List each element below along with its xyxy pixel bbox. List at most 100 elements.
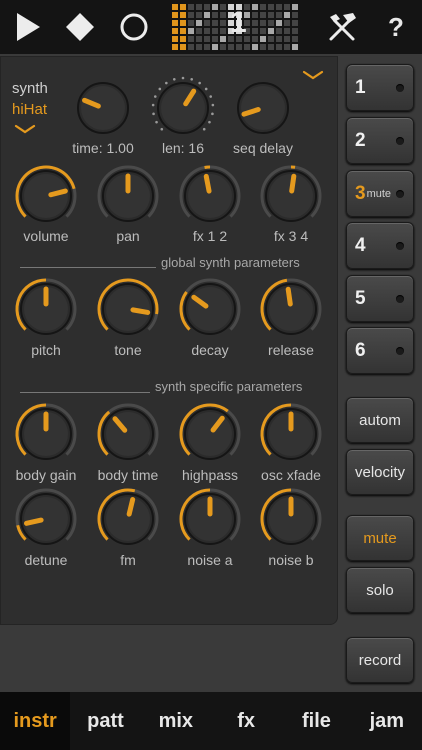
- track-button-5[interactable]: 5: [346, 275, 414, 322]
- play-icon[interactable]: [8, 8, 48, 46]
- track-led-icon: [396, 241, 404, 250]
- knob[interactable]: [14, 277, 78, 341]
- tab-instr[interactable]: instr: [0, 692, 71, 750]
- knob-label: body time: [97, 467, 159, 483]
- pattern-grid-cell: [252, 4, 258, 10]
- pattern-grid-cell: [180, 20, 186, 26]
- knob[interactable]: [178, 164, 242, 228]
- track-button-4[interactable]: 4: [346, 222, 414, 269]
- velocity-button[interactable]: velocity: [346, 449, 414, 495]
- knob-label: noise b: [268, 552, 314, 568]
- pattern-grid-cell: [212, 36, 218, 42]
- pattern-grid-cell: [260, 28, 266, 34]
- pattern-grid-cell: [212, 28, 218, 34]
- pattern-grid-cell: [196, 20, 202, 26]
- pattern-grid-cell: [196, 36, 202, 42]
- pattern-grid-cell: [260, 4, 266, 10]
- pattern-grid-cell: [220, 12, 226, 18]
- knob[interactable]: [96, 164, 160, 228]
- knob-label: fm: [120, 552, 136, 568]
- pattern-grid-cell: [172, 20, 178, 26]
- tools-icon[interactable]: [322, 8, 362, 46]
- track-button-3[interactable]: 3 mute: [346, 170, 414, 217]
- knob[interactable]: [178, 277, 242, 341]
- pattern-grid-cell: [276, 44, 282, 50]
- knob[interactable]: [259, 277, 323, 341]
- knob-label: fx 3 4: [273, 228, 309, 244]
- knob[interactable]: [259, 402, 323, 466]
- knob[interactable]: [71, 76, 135, 140]
- pattern-grid-cell: [260, 20, 266, 26]
- pattern-grid-cell: [292, 44, 298, 50]
- knob[interactable]: [96, 277, 160, 341]
- pattern-grid-cell: [188, 20, 194, 26]
- pattern-grid-cell: [284, 28, 290, 34]
- knob[interactable]: [259, 487, 323, 551]
- track-button-6[interactable]: 6: [346, 327, 414, 374]
- pattern-grid-cell: [252, 12, 258, 18]
- knob-label: detune: [24, 552, 68, 568]
- pattern-grid-cell: [252, 28, 258, 34]
- autom-button[interactable]: autom: [346, 397, 414, 443]
- pattern-grid-cell: [284, 4, 290, 10]
- pattern-grid-cell: [220, 44, 226, 50]
- pattern-grid-cell: [276, 20, 282, 26]
- knob[interactable]: [14, 164, 78, 228]
- pattern-grid-cell: [204, 28, 210, 34]
- section-title-specific: synth specific parameters: [155, 379, 303, 394]
- record-circle-icon[interactable]: [114, 8, 154, 46]
- pattern-grid-cell: [228, 44, 234, 50]
- pattern-grid-cell: [252, 44, 258, 50]
- solo-button[interactable]: solo: [346, 567, 414, 613]
- track-led-icon: [396, 83, 404, 92]
- tab-fx[interactable]: fx: [211, 692, 281, 750]
- tab-mix[interactable]: mix: [141, 692, 211, 750]
- tab-patt[interactable]: patt: [70, 692, 140, 750]
- pattern-grid-cell: [292, 20, 298, 26]
- expand-chevron-icon[interactable]: [302, 70, 324, 80]
- track-led-icon: [396, 189, 404, 198]
- pattern-grid-cell: [284, 44, 290, 50]
- tab-file[interactable]: file: [281, 692, 351, 750]
- pattern-grid-cell: [268, 4, 274, 10]
- pattern-grid-cell: [188, 4, 194, 10]
- knob[interactable]: [14, 402, 78, 466]
- knob[interactable]: [96, 487, 160, 551]
- mute-button[interactable]: mute: [346, 515, 414, 561]
- knob[interactable]: [259, 164, 323, 228]
- pattern-grid-cell: [268, 28, 274, 34]
- pattern-grid-cell: [172, 12, 178, 18]
- divider-line: [20, 392, 150, 393]
- pattern-grid-cell: [292, 28, 298, 34]
- help-button[interactable]: ?: [376, 8, 416, 46]
- synth-name[interactable]: hiHat: [12, 101, 47, 118]
- section-title-global: global synth parameters: [161, 255, 300, 270]
- track-number: 5: [355, 287, 366, 309]
- knob[interactable]: [178, 402, 242, 466]
- pattern-grid-cell: [212, 20, 218, 26]
- pattern-grid-cell: [196, 28, 202, 34]
- pattern-grid-cell: [292, 12, 298, 18]
- synth-select-chevron-icon[interactable]: [14, 124, 36, 134]
- knob[interactable]: [178, 487, 242, 551]
- track-button-2[interactable]: 2: [346, 117, 414, 164]
- pattern-grid-cell: [220, 20, 226, 26]
- track-number: 2: [355, 129, 366, 151]
- knob[interactable]: [96, 402, 160, 466]
- knob-label: volume: [23, 228, 69, 244]
- pattern-grid-cell: [188, 12, 194, 18]
- knob-label: decay: [191, 342, 229, 358]
- pattern-grid-cell: [212, 44, 218, 50]
- knob-label: fx 1 2: [192, 228, 228, 244]
- track-button-1[interactable]: 1: [346, 64, 414, 111]
- pattern-grid-cell: [196, 4, 202, 10]
- knob[interactable]: [151, 76, 215, 140]
- knob[interactable]: [231, 76, 295, 140]
- knob[interactable]: [14, 487, 78, 551]
- track-number: 4: [355, 234, 366, 256]
- tab-jam[interactable]: jam: [352, 692, 422, 750]
- stop-icon[interactable]: [60, 8, 100, 46]
- pattern-grid-cell: [204, 4, 210, 10]
- pattern-grid-cell: [236, 44, 242, 50]
- record-button[interactable]: record: [346, 637, 414, 683]
